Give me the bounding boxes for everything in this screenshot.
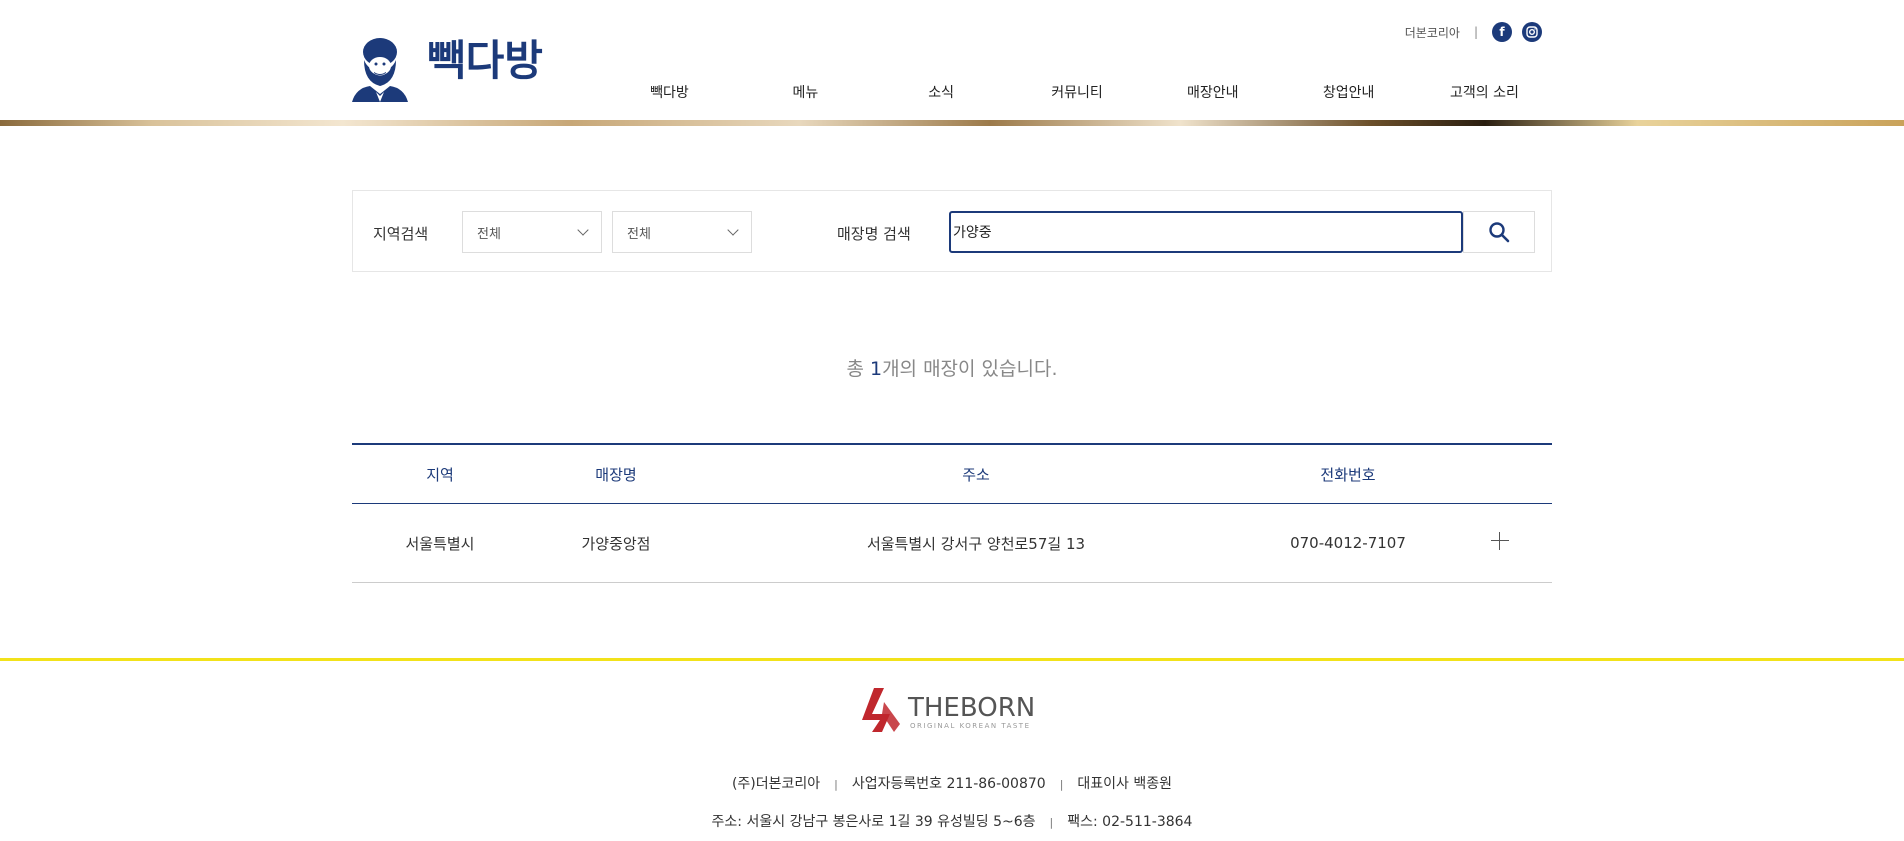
column-header-address: 주소 — [962, 465, 990, 484]
result-count-suffix: 개의 매장이 있습니다. — [882, 358, 1058, 380]
result-count-prefix: 총 — [846, 358, 870, 380]
footer-separator: | — [1049, 816, 1054, 829]
theborn-korea-link[interactable]: 더본코리아 — [1405, 24, 1460, 41]
nav-item-customer-voice[interactable]: 고객의 소리 — [1417, 82, 1552, 102]
search-button[interactable] — [1463, 211, 1535, 253]
nav-item-community[interactable]: 커뮤니티 — [1009, 82, 1144, 102]
paik-dabang-logo[interactable]: 빽다방 — [352, 30, 562, 102]
cell-region: 서울특별시 — [405, 534, 475, 553]
theborn-logo[interactable]: THEBORN ORIGINAL KOREAN TASTE — [860, 684, 1045, 736]
region-select-secondary-value: 전체 — [627, 226, 651, 242]
footer-separator: | — [834, 778, 838, 791]
utility-bar: 더본코리아 | f — [1405, 22, 1542, 42]
region-select-primary[interactable]: 전체 — [462, 211, 602, 253]
column-header-store-name: 매장명 — [595, 465, 637, 484]
nav-item-menu[interactable]: 메뉴 — [738, 82, 873, 102]
footer-address-info: 주소: 서울시 강남구 봉은사로 1길 39 유성빌딩 5~6층 | 팩스: 02-… — [0, 811, 1904, 831]
column-header-expand — [1448, 444, 1552, 504]
instagram-icon[interactable] — [1522, 22, 1542, 42]
plus-icon[interactable] — [1491, 532, 1509, 550]
facebook-icon[interactable]: f — [1492, 22, 1512, 42]
theborn-tagline: ORIGINAL KOREAN TASTE — [910, 722, 1031, 730]
main-nav: 빽다방 메뉴 소식 커뮤니티 매장안내 창업안내 고객의 소리 — [602, 82, 1552, 102]
theborn-wordmark: THEBORN — [907, 693, 1035, 723]
nav-item-news[interactable]: 소식 — [874, 82, 1009, 102]
footer-fax: 팩스: 02-511-3864 — [1067, 814, 1193, 830]
footer-separator: | — [1059, 778, 1064, 791]
store-name-search-label: 매장명 검색 — [837, 225, 911, 243]
column-header-region: 지역 — [426, 465, 454, 484]
cell-expand — [1448, 504, 1552, 583]
region-search-label: 지역검색 — [373, 225, 429, 243]
region-select-secondary[interactable]: 전체 — [612, 211, 752, 253]
search-icon — [1489, 222, 1510, 243]
site-header: 빽다방 더본코리아 | f 빽다방 메뉴 소식 커뮤니티 매장안내 창업안내 고… — [0, 0, 1904, 124]
cell-address: 서울특별시 강서구 양천로57길 13 — [866, 534, 1086, 553]
result-count-number: 1 — [869, 358, 883, 380]
footer-business-number: 사업자등록번호 211-86-00870 — [851, 776, 1046, 792]
region-select-primary-value: 전체 — [477, 226, 501, 242]
column-header-phone: 전화번호 — [1320, 465, 1376, 484]
nav-item-paik-dabang[interactable]: 빽다방 — [602, 82, 737, 102]
chevron-down-icon — [577, 224, 589, 236]
util-separator: | — [1473, 25, 1478, 39]
site-footer: THEBORN ORIGINAL KOREAN TASTE (주)더본코리아 | 사… — [0, 658, 1904, 841]
footer-address: 주소: 서울시 강남구 봉은사로 1길 39 유성빌딩 5~6층 — [711, 814, 1036, 830]
footer-company-info: (주)더본코리아 | 사업자등록번호 211-86-00870 | 대표이사 백종원 — [0, 773, 1904, 793]
footer-company-name: (주)더본코리아 — [731, 776, 821, 792]
banner-image-strip — [0, 120, 1904, 126]
result-count-text: 총 1개의 매장이 있습니다. — [352, 354, 1552, 381]
nav-item-store-info[interactable]: 매장안내 — [1145, 82, 1280, 102]
nav-item-franchise[interactable]: 창업안내 — [1281, 82, 1416, 102]
footer-ceo: 대표이사 백종원 — [1077, 776, 1173, 792]
cell-phone: 070-4012-7107 — [1290, 534, 1406, 552]
store-name-input[interactable]: 가양중 — [949, 211, 1463, 253]
table-header-row: 지역 매장명 주소 전화번호 — [352, 444, 1552, 504]
brand-wordmark: 빽다방 — [427, 36, 543, 85]
cell-store-name: 가양중앙점 — [581, 534, 651, 553]
store-search-panel: 지역검색 전체 전체 매장명 검색 가양중 — [352, 190, 1552, 272]
table-row[interactable]: 서울특별시 가양중앙점 서울특별시 강서구 양천로57길 13 070-4012… — [352, 504, 1552, 583]
chevron-down-icon — [727, 224, 739, 236]
store-table: 지역 매장명 주소 전화번호 서울특별시 가양중앙점 서울특별시 강서구 양천로… — [352, 443, 1552, 583]
